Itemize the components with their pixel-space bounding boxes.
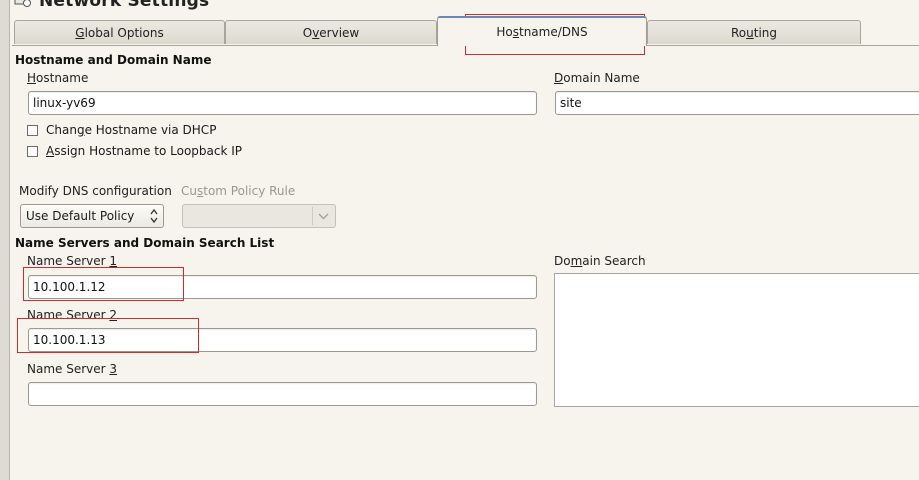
spin-arrows-icon — [150, 208, 158, 224]
tab-bar: Global Options Overview Hostname/DNS Rou… — [12, 14, 919, 46]
tab-overview[interactable]: Overview — [225, 20, 437, 44]
name-server-2-input[interactable] — [28, 328, 537, 352]
name-server-1-input[interactable] — [28, 275, 537, 299]
tab-routing[interactable]: Routing — [647, 20, 861, 44]
change-hostname-dhcp-checkbox[interactable] — [27, 124, 38, 136]
assign-loopback-label: Assign Hostname to Loopback IP — [46, 144, 243, 158]
chevron-down-icon — [318, 210, 329, 225]
tab-label: Routing — [730, 25, 777, 40]
assign-loopback-checkbox-row[interactable]: Assign Hostname to Loopback IP — [27, 144, 242, 158]
tab-hostname-dns[interactable]: Hostname/DNS — [437, 16, 647, 46]
hostname-section-title: Hostname and Domain Name — [15, 53, 212, 67]
tab-global-options[interactable]: Global Options — [14, 20, 225, 44]
domain-search-list[interactable] — [554, 273, 919, 407]
change-hostname-dhcp-label: Change Hostname via DHCP — [46, 123, 217, 137]
window-title-bar: Network Settings — [14, 0, 209, 11]
name-server-1-label: Name Server 1 — [27, 254, 118, 268]
domain-search-label: Domain Search — [554, 254, 646, 268]
name-server-2-label: Name Server 2 — [27, 308, 118, 322]
network-settings-icon — [14, 0, 32, 8]
assign-loopback-checkbox[interactable] — [27, 145, 38, 157]
hostname-input[interactable] — [28, 91, 537, 115]
name-server-3-input[interactable] — [28, 382, 537, 406]
name-servers-section-title: Name Servers and Domain Search List — [15, 236, 275, 250]
hostname-label: Hostname — [27, 71, 89, 85]
name-server-3-label: Name Server 3 — [27, 362, 118, 376]
custom-policy-label: Custom Policy Rule — [181, 184, 296, 198]
tab-label: Global Options — [75, 25, 164, 40]
combo-separator — [312, 207, 313, 225]
modify-dns-label: Modify DNS configuration — [19, 184, 172, 198]
window-left-edge — [0, 0, 10, 480]
window-title: Network Settings — [39, 0, 210, 11]
modify-dns-combo[interactable]: Use Default Policy — [20, 204, 164, 228]
tab-label: Overview — [302, 25, 360, 40]
domain-name-label: Domain Name — [554, 71, 640, 85]
custom-policy-combo — [182, 204, 336, 228]
tab-label: Hostname/DNS — [496, 25, 588, 39]
change-hostname-dhcp-checkbox-row[interactable]: Change Hostname via DHCP — [27, 123, 216, 137]
modify-dns-value: Use Default Policy — [26, 209, 135, 223]
domain-name-input[interactable] — [555, 91, 919, 115]
